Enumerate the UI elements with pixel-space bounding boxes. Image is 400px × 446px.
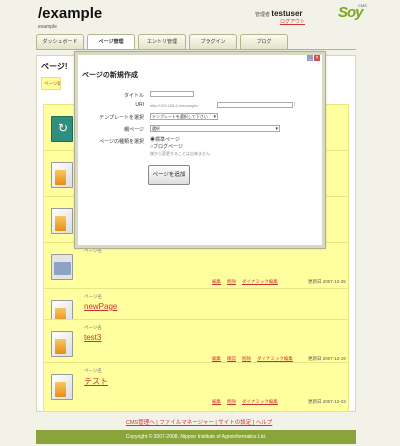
page-card: ページ名 テスト 編集 削除 ダイナミック編集 更新日 2007-12-23 (43, 362, 349, 412)
add-page-button[interactable]: ページを追加 (148, 165, 190, 185)
close-icon[interactable]: × (314, 55, 320, 61)
tab-blog[interactable]: ブログ (240, 34, 288, 49)
new-page-dialog: _ × ページの新規作成 タイトル URI http://192.168.0.4… (74, 51, 326, 249)
card-caption: ページ名 (84, 294, 102, 299)
dynamic-edit-link[interactable]: ダイナミック編集 (242, 279, 278, 284)
tab-plugin[interactable]: ブラグイン (189, 34, 237, 49)
footer-links[interactable]: CMS管理へ | ファイルマネージャー | サイトの設定 | ヘルプ (126, 418, 272, 426)
uri-suffix: / (294, 102, 296, 108)
main-tabs: ダッシュボード ページ管理 エントリ管理 ブラグイン ブログ (36, 34, 288, 50)
tab-page-management[interactable]: ページ管理 (87, 34, 135, 50)
page-card: ページ名 編集 削除 ダイナミック編集 更新日 2007-12-25 (43, 242, 349, 292)
page-name-link[interactable]: newPage (84, 302, 117, 311)
edit-link[interactable]: 編集 (212, 279, 221, 284)
template-label: テンプレートを選択 (99, 115, 144, 121)
type-label: ページの種類を選択 (99, 139, 144, 145)
radio-blog-label: ブログページ (153, 144, 183, 150)
confirm-link[interactable]: 確認 (227, 356, 236, 361)
new-page-link[interactable]: ページ新規 (41, 77, 61, 90)
parent-label: 親ページ (124, 127, 144, 133)
page-icon (51, 331, 73, 357)
uri-label: URI (135, 102, 144, 108)
title-input[interactable] (150, 91, 194, 97)
delete-link[interactable]: 削除 (227, 399, 236, 404)
footer-copyright: Copyright © 2007-2008, Nippon Institute … (36, 430, 356, 444)
card-actions: 編集 削除 ダイナミック編集 (212, 399, 284, 405)
logo-cms-text: CMS (358, 3, 367, 8)
user-prefix: 管理者 (255, 12, 271, 18)
page-icon (51, 162, 73, 188)
template-select[interactable]: テンプレートを選択して下さい (150, 113, 218, 120)
site-subtitle: example (38, 24, 57, 30)
folder-icon (51, 254, 73, 280)
user-info: 管理者 testuser (255, 9, 303, 18)
dynamic-edit-link[interactable]: ダイナミック編集 (242, 399, 278, 404)
dynamic-edit-link[interactable]: ダイナミック編集 (257, 356, 293, 361)
page-name-link[interactable]: テスト (84, 376, 108, 387)
uri-input[interactable] (217, 102, 293, 108)
parent-page-select[interactable]: 選択 (150, 125, 280, 132)
dialog-controls: _ × (307, 55, 320, 61)
card-actions: 編集 削除 ダイナミック編集 (212, 279, 284, 285)
refresh-icon (51, 116, 73, 142)
main-title: ページ! (41, 62, 68, 71)
card-caption: ページ名 (84, 368, 102, 373)
card-date: 更新日 2007-12-25 (308, 279, 346, 284)
tab-entry-management[interactable]: エントリ管理 (138, 34, 186, 49)
tab-divider (36, 49, 356, 50)
edit-link[interactable]: 編集 (212, 356, 221, 361)
logout-link[interactable]: ログアウト (280, 18, 305, 25)
page-icon (51, 208, 73, 234)
site-title: /example (38, 5, 103, 22)
edit-link[interactable]: 編集 (212, 399, 221, 404)
radio-blog-page[interactable]: ○ブログページ (150, 143, 183, 150)
card-date: 更新日 2007-12-23 (308, 399, 346, 404)
card-caption: ページ名 (84, 248, 102, 253)
delete-link[interactable]: 削除 (227, 279, 236, 284)
dialog-title: ページの新規作成 (82, 72, 138, 79)
tab-dashboard[interactable]: ダッシュボード (36, 34, 84, 49)
app: /example example 管理者 testuser ログアウト Soy … (0, 0, 400, 446)
username: testuser (271, 9, 303, 18)
type-note: 後から変更することは出来ません (150, 151, 210, 156)
title-label: タイトル (123, 93, 144, 99)
uri-prefix: http://192.168.0.4/example/ (150, 103, 199, 108)
page-icon (51, 374, 73, 400)
delete-link[interactable]: 削除 (242, 356, 251, 361)
minimize-icon[interactable]: _ (307, 55, 313, 61)
page-name-link[interactable]: test3 (84, 333, 101, 342)
radio-standard-page[interactable]: ◉標準ページ (150, 136, 180, 143)
card-caption: ページ名 (84, 325, 102, 330)
